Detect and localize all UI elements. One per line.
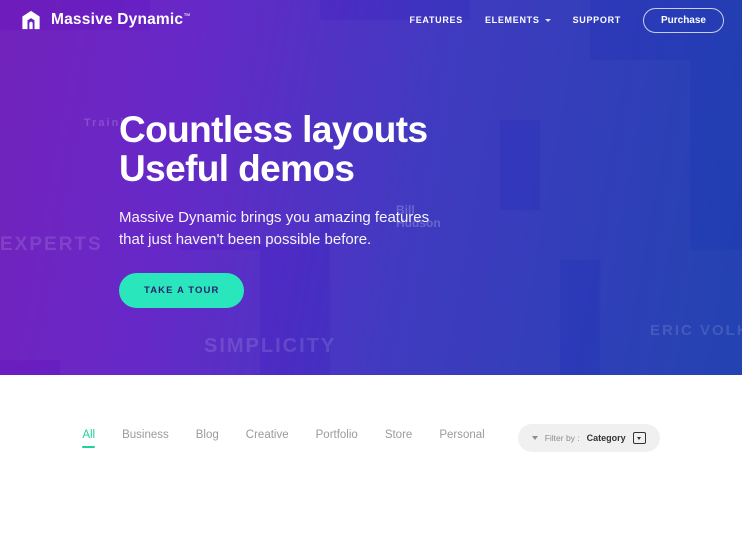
- trademark-symbol: ™: [183, 12, 191, 20]
- top-navigation-bar: Massive Dynamic™ FEATURES ELEMENTS SUPPO…: [0, 0, 742, 40]
- brand-logo[interactable]: Massive Dynamic™: [20, 9, 190, 31]
- hero-content: Countless layouts Useful demos Massive D…: [119, 110, 429, 308]
- brand-name: Massive Dynamic™: [51, 11, 191, 28]
- chevron-down-icon: [544, 18, 551, 22]
- portfolio-filter-bar: All Business Blog Creative Portfolio Sto…: [0, 375, 742, 452]
- filter-by-dropdown[interactable]: Filter by : Category: [517, 424, 660, 452]
- hero-title-line-2: Useful demos: [119, 148, 355, 189]
- filter-by-label: Filter by :: [544, 433, 580, 443]
- page-root: EXPERTS SIMPLICITY ERIC VOLKER Traini Bi…: [0, 0, 742, 535]
- nav-item-features[interactable]: FEATURES: [410, 15, 463, 25]
- tab-personal[interactable]: Personal: [439, 429, 484, 448]
- tab-blog[interactable]: Blog: [196, 429, 219, 448]
- hero-section: EXPERTS SIMPLICITY ERIC VOLKER Traini Bi…: [0, 0, 742, 375]
- hero-subtitle: Massive Dynamic brings you amazing featu…: [119, 207, 429, 251]
- tab-creative[interactable]: Creative: [246, 429, 289, 448]
- tab-business[interactable]: Business: [122, 429, 169, 448]
- nav-links: FEATURES ELEMENTS SUPPORT Purchase: [410, 7, 724, 33]
- category-box-chevron-icon: [632, 432, 646, 444]
- hero-title-line-1: Countless layouts: [119, 109, 428, 150]
- hero-subtitle-line-2: that just haven't been possible before.: [119, 231, 372, 248]
- take-a-tour-button[interactable]: TAKE A TOUR: [119, 273, 245, 308]
- nav-item-features-label: FEATURES: [409, 15, 463, 25]
- nav-item-elements-label: ELEMENTS: [484, 15, 540, 25]
- portfolio-section: All Business Blog Creative Portfolio Sto…: [0, 375, 742, 535]
- hero-subtitle-line-1: Massive Dynamic brings you amazing featu…: [119, 209, 430, 226]
- tab-portfolio[interactable]: Portfolio: [316, 429, 358, 448]
- massive-dynamic-monogram-icon: [22, 10, 40, 30]
- filter-by-value: Category: [586, 433, 626, 443]
- nav-item-support-label: SUPPORT: [572, 15, 621, 25]
- purchase-button[interactable]: Purchase: [642, 7, 724, 33]
- nav-item-elements[interactable]: ELEMENTS: [485, 15, 551, 25]
- nav-item-support[interactable]: SUPPORT: [573, 15, 621, 25]
- chevron-down-icon: [531, 436, 538, 440]
- tab-all[interactable]: All: [82, 429, 95, 448]
- tab-store[interactable]: Store: [385, 429, 413, 448]
